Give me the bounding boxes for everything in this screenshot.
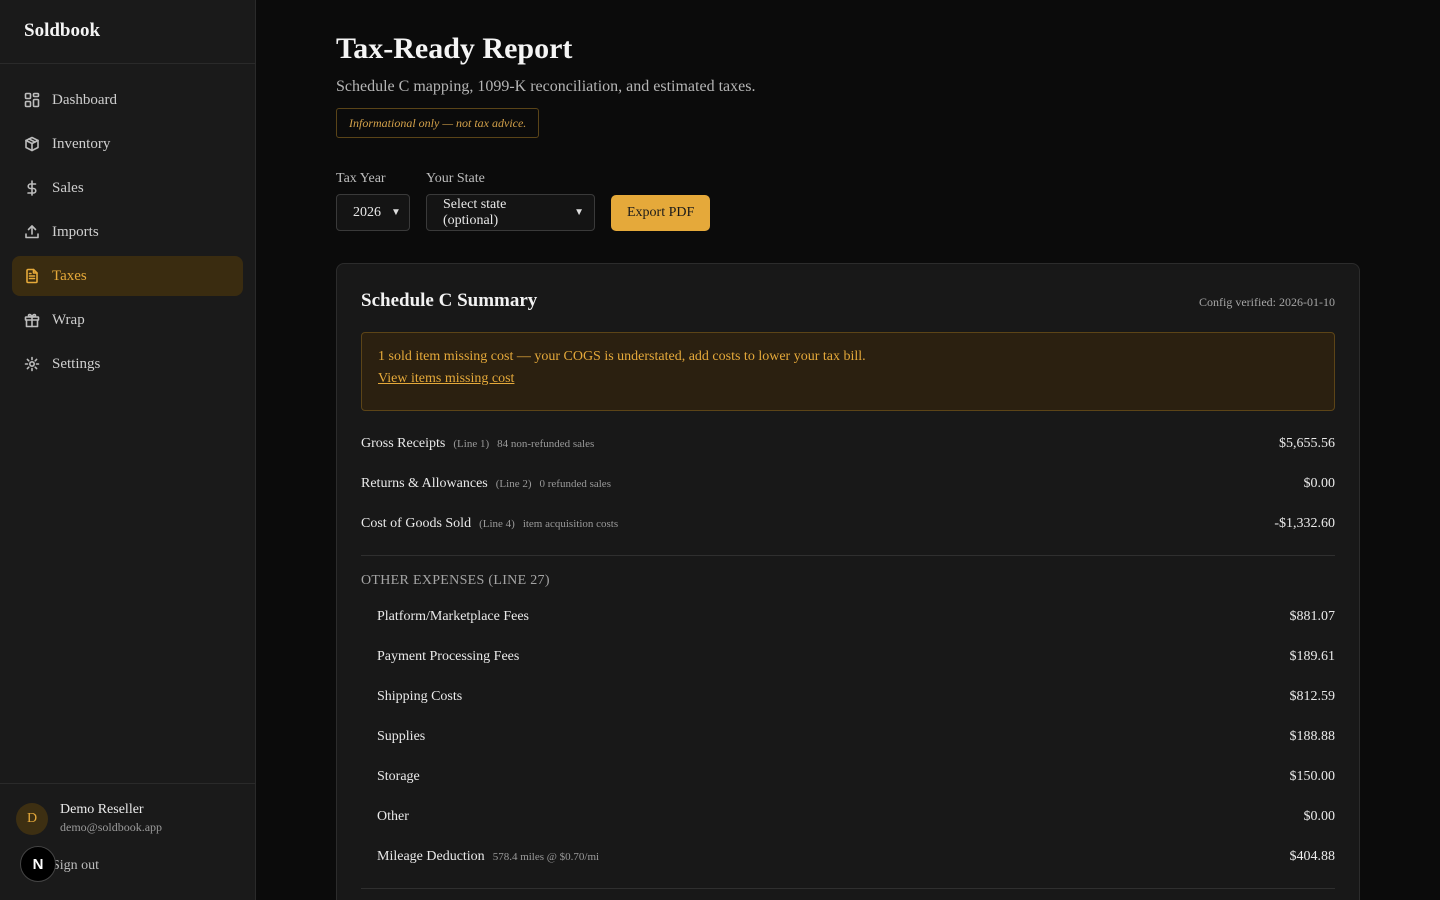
sidebar-item-sales[interactable]: Sales	[12, 168, 243, 208]
line-note: 84 non-refunded sales	[497, 438, 595, 450]
cogs-row: Cost of Goods Sold (Line 4) item acquisi…	[361, 514, 1335, 534]
line-value: $0.00	[1303, 476, 1336, 491]
expense-value: $0.00	[1303, 809, 1336, 824]
user-email: demo@soldbook.app	[60, 820, 163, 834]
expense-label: Other	[377, 809, 409, 824]
expense-note: 578.4 miles @ $0.70/mi	[492, 851, 600, 863]
user-name: Demo Reseller	[60, 802, 144, 817]
tax-year-select[interactable]: 2026 ▼	[336, 194, 410, 231]
expense-row: Storage $150.00	[377, 767, 1335, 787]
line-ref: (Line 2)	[495, 478, 532, 490]
expense-value: $812.59	[1289, 689, 1336, 704]
line-value: -$1,332.60	[1274, 516, 1335, 531]
state-select[interactable]: Select state (optional) ▼	[426, 194, 595, 231]
tax-year-value: 2026	[353, 204, 381, 220]
expense-row: Platform/Marketplace Fees $881.07	[377, 607, 1335, 627]
schedule-c-card: Schedule C Summary Config verified: 2026…	[336, 263, 1360, 900]
page-title: Tax-Ready Report	[336, 32, 573, 65]
divider	[361, 888, 1335, 889]
sidebar-item-inventory[interactable]: Inventory	[12, 124, 243, 164]
line-value: $5,655.56	[1279, 436, 1335, 451]
expense-label: Storage	[377, 769, 420, 784]
expense-row: Supplies $188.88	[377, 727, 1335, 747]
expense-label: Supplies	[377, 729, 426, 744]
expense-label: Mileage Deduction	[377, 849, 485, 864]
expense-label: Shipping Costs	[377, 689, 463, 704]
warning-text: 1 sold item missing cost — your COGS is …	[378, 349, 866, 364]
expense-value: $189.61	[1289, 649, 1336, 664]
sidebar-item-wrap[interactable]: Wrap	[12, 300, 243, 340]
expense-value: $150.00	[1289, 769, 1336, 784]
line-label: Cost of Goods Sold	[361, 516, 472, 531]
sidebar-item-label: Settings	[52, 355, 101, 372]
sidebar-item-dashboard[interactable]: Dashboard	[12, 80, 243, 120]
state-value: Select state (optional)	[443, 196, 507, 228]
chevron-down-icon: ▼	[574, 207, 584, 218]
upload-icon	[24, 224, 40, 240]
sidebar: Soldbook Dashboard Inventory Sales Impor…	[0, 0, 256, 900]
box-icon	[24, 136, 40, 152]
sidebar-item-imports[interactable]: Imports	[12, 212, 243, 252]
view-missing-cost-link[interactable]: View items missing cost	[378, 371, 514, 387]
expense-row: Other $0.00	[377, 807, 1335, 827]
sign-out-link[interactable]: Sign out	[52, 858, 99, 874]
user-panel: D Demo Reseller demo@soldbook.app Sign o…	[0, 783, 255, 900]
page-subtitle: Schedule C mapping, 1099-K reconciliatio…	[336, 78, 756, 95]
brand-logo[interactable]: Soldbook	[0, 0, 255, 64]
config-verified-note: Config verified: 2026-01-10	[1199, 295, 1335, 309]
gross-receipts-row: Gross Receipts (Line 1) 84 non-refunded …	[361, 434, 1335, 454]
line-note: item acquisition costs	[522, 518, 619, 530]
dollar-icon	[24, 180, 40, 196]
sidebar-item-label: Taxes	[52, 267, 87, 284]
gift-icon	[24, 312, 40, 328]
sidebar-item-label: Dashboard	[52, 91, 117, 108]
expense-value: $881.07	[1289, 609, 1336, 624]
expense-row: Shipping Costs $812.59	[377, 687, 1335, 707]
line-label: Returns & Allowances	[361, 476, 488, 491]
line-ref: (Line 4)	[479, 518, 515, 530]
state-label: Your State	[426, 171, 485, 186]
dev-tools-badge[interactable]: N	[20, 846, 56, 882]
sidebar-item-taxes[interactable]: Taxes	[12, 256, 243, 296]
expense-value: $188.88	[1289, 729, 1336, 744]
expense-value: $404.88	[1289, 849, 1336, 864]
divider	[361, 555, 1335, 556]
missing-cost-warning: 1 sold item missing cost — your COGS is …	[361, 332, 1335, 411]
export-pdf-button[interactable]: Export PDF	[611, 195, 711, 231]
expense-row: Payment Processing Fees $189.61	[377, 647, 1335, 667]
tax-year-label: Tax Year	[336, 171, 386, 186]
gear-icon	[24, 356, 40, 372]
sidebar-item-label: Inventory	[52, 135, 111, 152]
sidebar-nav: Dashboard Inventory Sales Imports Taxes	[0, 64, 255, 404]
line-note: 0 refunded sales	[539, 478, 611, 490]
sidebar-item-settings[interactable]: Settings	[12, 344, 243, 384]
card-title: Schedule C Summary	[361, 290, 538, 311]
returns-row: Returns & Allowances (Line 2) 0 refunded…	[361, 474, 1335, 494]
expense-label: Platform/Marketplace Fees	[377, 609, 530, 624]
chevron-down-icon: ▼	[391, 207, 401, 218]
line-label: Gross Receipts	[361, 436, 446, 451]
mileage-row: Mileage Deduction 578.4 miles @ $0.70/mi…	[377, 847, 1335, 867]
disclaimer-badge: Informational only — not tax advice.	[336, 108, 540, 138]
avatar[interactable]: D	[16, 802, 48, 835]
document-icon	[24, 268, 40, 284]
line-ref: (Line 1)	[453, 438, 490, 450]
sidebar-item-label: Sales	[52, 179, 84, 196]
other-expenses-heading: OTHER EXPENSES (LINE 27)	[361, 573, 550, 588]
sidebar-item-label: Wrap	[52, 311, 85, 328]
sidebar-item-label: Imports	[52, 223, 99, 240]
dashboard-icon	[24, 92, 40, 108]
expense-label: Payment Processing Fees	[377, 649, 520, 664]
